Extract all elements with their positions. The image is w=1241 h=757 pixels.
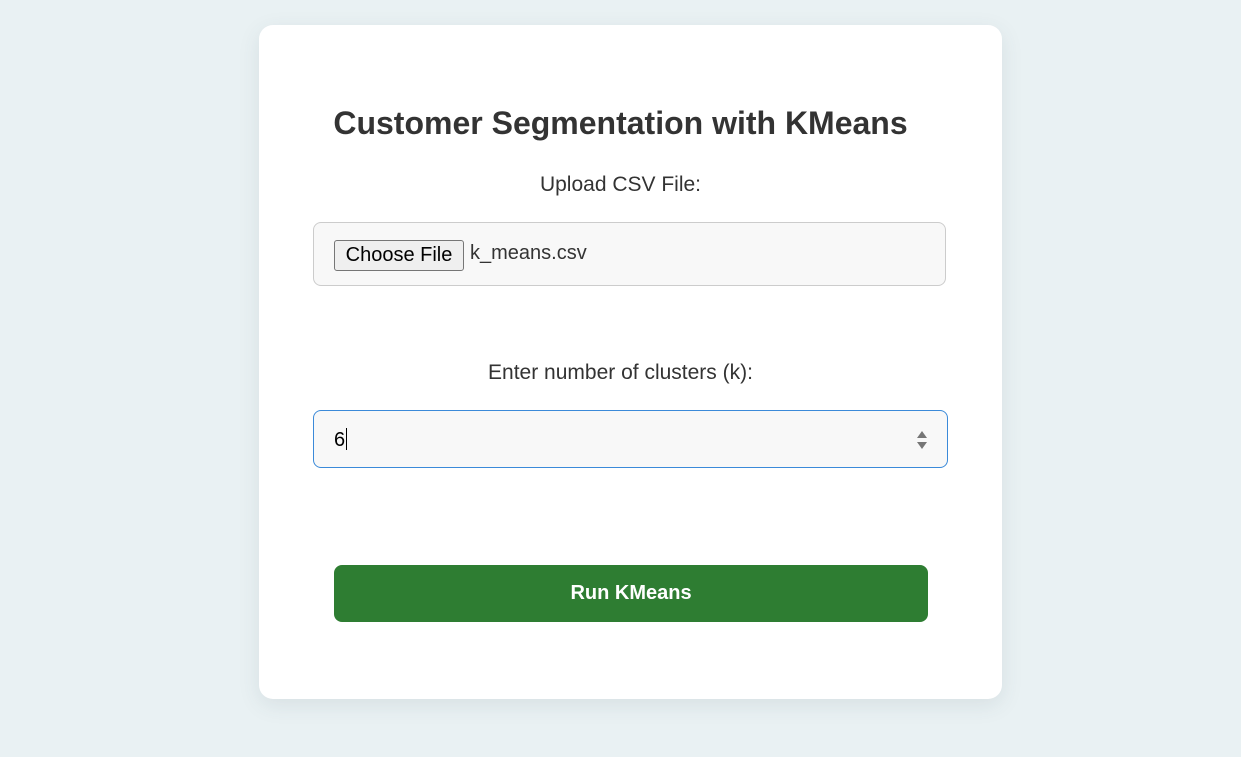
text-caret [346,428,348,450]
file-input[interactable]: Choose File k_means.csv [313,222,946,286]
number-spinner-icon[interactable] [915,429,929,451]
upload-label: Upload CSV File: [539,173,702,196]
clusters-label: Enter number of clusters (k): [488,361,753,384]
clusters-value-wrap: 6 [334,428,348,452]
run-kmeans-button[interactable]: Run KMeans [334,565,928,622]
spin-up-icon[interactable] [917,431,927,438]
clusters-input[interactable]: 6 [313,410,948,468]
choose-file-button[interactable]: Choose File [334,240,464,271]
selected-file-name: k_means.csv [470,242,587,264]
page-title: Customer Segmentation with KMeans [333,105,908,141]
clusters-value: 6 [334,429,346,451]
spin-down-icon[interactable] [917,442,927,449]
